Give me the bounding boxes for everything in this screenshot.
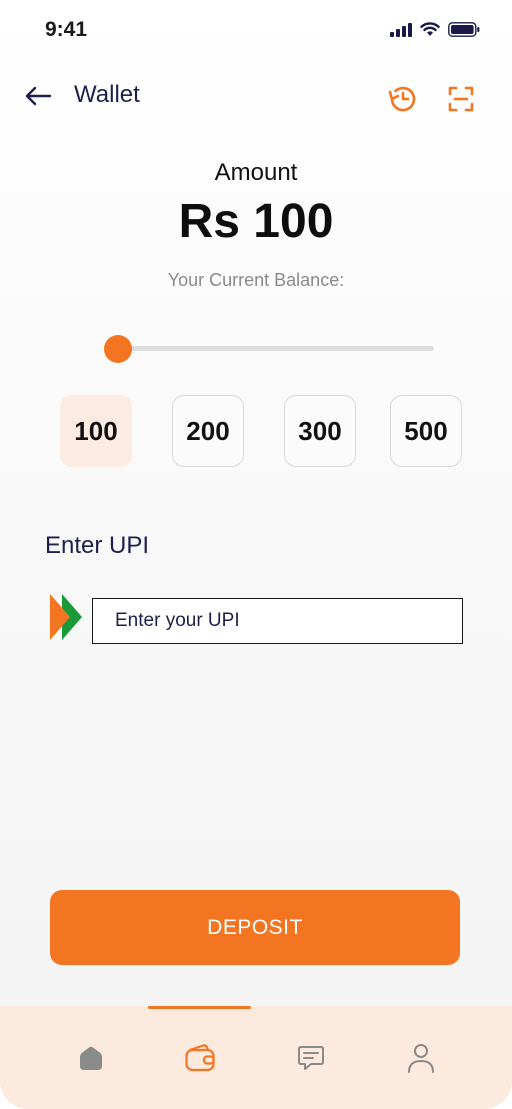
deposit-button[interactable]: DEPOSIT xyxy=(50,890,460,965)
preset-amount-button[interactable]: 100 xyxy=(60,395,132,467)
arrow-left-icon xyxy=(25,86,52,106)
tab-wallet[interactable] xyxy=(180,1038,220,1078)
back-button[interactable] xyxy=(22,80,54,112)
chat-icon xyxy=(298,1046,324,1070)
wifi-icon xyxy=(420,22,440,36)
history-icon xyxy=(388,86,416,112)
profile-icon xyxy=(408,1044,434,1073)
amount-value: Rs 100 xyxy=(178,195,334,248)
slider-track xyxy=(114,346,434,351)
status-icons xyxy=(390,22,480,37)
tab-home[interactable] xyxy=(71,1038,111,1078)
tab-profile[interactable] xyxy=(401,1038,441,1078)
active-tab-indicator xyxy=(148,1006,251,1009)
tab-messages[interactable] xyxy=(291,1038,331,1078)
upi-logo-icon xyxy=(50,594,82,640)
wallet-icon xyxy=(185,1044,215,1072)
upi-section-label: Enter UPI xyxy=(45,532,150,559)
history-button[interactable] xyxy=(386,82,420,116)
amount-label: Amount xyxy=(214,159,298,186)
scan-icon xyxy=(448,86,474,112)
current-balance-label: Your Current Balance: xyxy=(167,270,345,290)
wallet-screen: 9:41 Wallet Amount Rs 100 Your Current B… xyxy=(0,0,512,1109)
upi-input[interactable] xyxy=(92,598,463,644)
bottom-tab-bar xyxy=(0,1006,512,1109)
slider-thumb[interactable] xyxy=(104,335,132,363)
home-icon xyxy=(80,1046,102,1070)
amount-slider[interactable] xyxy=(104,334,436,364)
signal-icon xyxy=(390,22,412,37)
status-time: 9:41 xyxy=(45,18,88,41)
preset-amount-button[interactable]: 200 xyxy=(172,395,244,467)
battery-icon xyxy=(448,22,480,37)
scan-button[interactable] xyxy=(444,82,478,116)
preset-amount-button[interactable]: 500 xyxy=(390,395,462,467)
preset-amount-button[interactable]: 300 xyxy=(284,395,356,467)
page-title: Wallet xyxy=(74,81,140,108)
